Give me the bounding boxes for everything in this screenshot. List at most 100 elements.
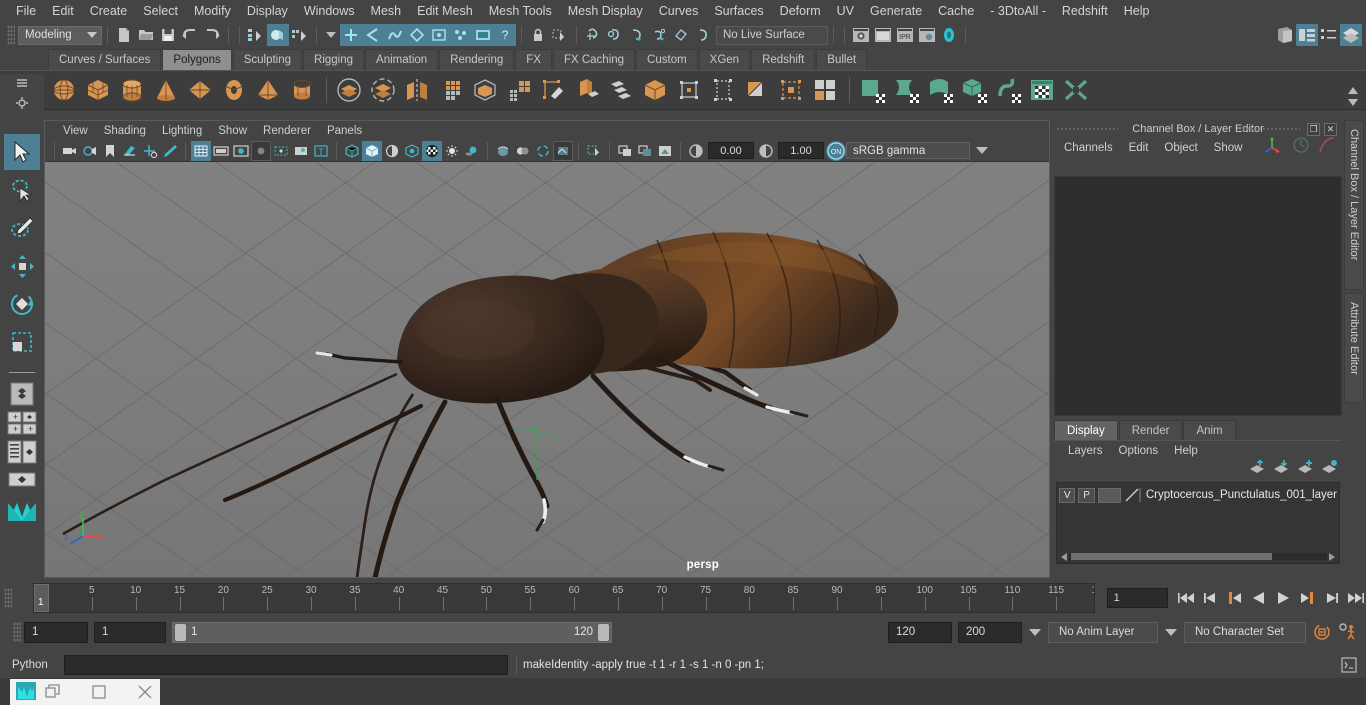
new-scene-icon[interactable] bbox=[113, 24, 135, 46]
shelf-tab-animation[interactable]: Animation bbox=[365, 49, 439, 70]
step-forward-frame-icon[interactable] bbox=[1296, 587, 1318, 609]
shaded-wireframe-icon[interactable] bbox=[382, 141, 402, 161]
menu-display[interactable]: Display bbox=[239, 0, 296, 22]
shelf-tab-redshift[interactable]: Redshift bbox=[751, 49, 816, 70]
poly-torus-icon[interactable] bbox=[218, 74, 250, 106]
connect-icon[interactable] bbox=[741, 74, 773, 106]
viewport-menu-view[interactable]: View bbox=[55, 125, 96, 137]
show-manipulators-icon[interactable] bbox=[1264, 136, 1284, 159]
chevron-down-icon-2[interactable] bbox=[1165, 628, 1177, 636]
viewport-menu-shading[interactable]: Shading bbox=[96, 125, 154, 137]
menu-edit-mesh[interactable]: Edit Mesh bbox=[409, 0, 481, 22]
scroll-down-icon[interactable] bbox=[1348, 98, 1358, 106]
menu-create[interactable]: Create bbox=[82, 0, 136, 22]
shelf-tab-fx[interactable]: FX bbox=[515, 49, 552, 70]
bookmark-icon[interactable] bbox=[100, 141, 120, 161]
channel-box-menu-edit[interactable]: Edit bbox=[1121, 142, 1157, 154]
use-all-lights-icon[interactable] bbox=[442, 141, 462, 161]
move-tool-button[interactable] bbox=[4, 248, 40, 284]
maximize-icon[interactable] bbox=[90, 680, 108, 704]
open-outliner-icon[interactable] bbox=[1274, 24, 1296, 46]
layer-list-horizontal-scrollbar[interactable] bbox=[1061, 552, 1335, 561]
open-attribute-editor-icon[interactable] bbox=[1318, 24, 1340, 46]
new-layer-from-selected-icon[interactable] bbox=[1321, 460, 1338, 479]
multi-cut-icon[interactable] bbox=[639, 74, 671, 106]
uv-spherical-icon[interactable] bbox=[924, 74, 956, 106]
select-tool-button[interactable] bbox=[4, 134, 40, 170]
text-overlay-icon[interactable]: T bbox=[311, 141, 331, 161]
layer-playback-toggle[interactable]: P bbox=[1078, 487, 1095, 503]
bevel-icon[interactable] bbox=[605, 74, 637, 106]
paint-select-tool-button[interactable] bbox=[4, 210, 40, 246]
construction-history-icon[interactable] bbox=[472, 24, 494, 46]
mirror-geometry-icon[interactable] bbox=[401, 74, 433, 106]
menu-select[interactable]: Select bbox=[135, 0, 186, 22]
step-back-key-icon[interactable] bbox=[1200, 587, 1222, 609]
shelf-settings-icon[interactable] bbox=[14, 95, 30, 111]
time-slider-grip[interactable] bbox=[4, 588, 12, 608]
undo-icon[interactable] bbox=[179, 24, 201, 46]
layer-tab-display[interactable]: Display bbox=[1054, 420, 1118, 440]
channel-curve-icon[interactable] bbox=[1318, 136, 1336, 159]
smooth-icon[interactable] bbox=[435, 74, 467, 106]
scroll-thumb[interactable] bbox=[1071, 553, 1273, 560]
animation-end-field[interactable]: 200 bbox=[958, 621, 1022, 643]
channel-box-content[interactable] bbox=[1054, 176, 1342, 416]
current-frame-field[interactable]: 1 bbox=[1106, 588, 1168, 608]
snap-arc-icon[interactable] bbox=[692, 24, 714, 46]
panel-zoom-icon[interactable] bbox=[615, 141, 635, 161]
viewport-3d-canvas[interactable]: persp y x z bbox=[45, 162, 1049, 577]
script-editor-icon[interactable] bbox=[1340, 656, 1358, 674]
animation-start-field[interactable]: 1 bbox=[24, 621, 88, 643]
layer-visibility-toggle[interactable]: V bbox=[1059, 487, 1076, 503]
menu-mesh[interactable]: Mesh bbox=[363, 0, 410, 22]
display-layer-list[interactable]: V P Cryptocercus_Punctulatus_001_layer bbox=[1056, 482, 1340, 564]
uv-cylindrical-icon[interactable] bbox=[890, 74, 922, 106]
xray-icon[interactable] bbox=[553, 140, 573, 161]
menu-uv[interactable]: UV bbox=[829, 0, 862, 22]
boolean-icon[interactable] bbox=[469, 74, 501, 106]
select-camera-icon[interactable] bbox=[60, 141, 80, 161]
scale-tool-button[interactable] bbox=[4, 324, 40, 360]
snap-to-view-plane-icon[interactable] bbox=[428, 24, 450, 46]
animation-preferences-icon[interactable] bbox=[1338, 622, 1358, 642]
menu-set-selector[interactable]: Modeling bbox=[18, 25, 102, 45]
range-bar[interactable]: 1 120 bbox=[172, 621, 612, 643]
menu-deform[interactable]: Deform bbox=[772, 0, 829, 22]
layer-shading-toggle[interactable] bbox=[1097, 487, 1121, 503]
go-to-start-icon[interactable] bbox=[1176, 587, 1198, 609]
image-plane-icon[interactable] bbox=[120, 141, 140, 161]
range-end-handle[interactable] bbox=[598, 623, 609, 641]
viewport-snapshot-icon[interactable] bbox=[655, 141, 675, 161]
menu-modify[interactable]: Modify bbox=[186, 0, 239, 22]
step-forward-key-icon[interactable] bbox=[1320, 587, 1342, 609]
viewport-menu-renderer[interactable]: Renderer bbox=[255, 125, 319, 137]
rotate-tool-button[interactable] bbox=[4, 286, 40, 322]
isolate-select-icon[interactable] bbox=[584, 141, 604, 161]
select-by-object-icon[interactable] bbox=[267, 24, 289, 46]
menu-windows[interactable]: Windows bbox=[296, 0, 363, 22]
snap-curve-magnet-icon[interactable] bbox=[604, 24, 626, 46]
hypershade-icon[interactable] bbox=[938, 24, 960, 46]
use-default-material-icon[interactable] bbox=[402, 141, 422, 161]
current-time-indicator[interactable]: 1 bbox=[34, 584, 49, 612]
uv-cut-sew-icon[interactable] bbox=[1060, 74, 1092, 106]
step-back-frame-icon[interactable] bbox=[1224, 587, 1246, 609]
layer-tab-anim[interactable]: Anim bbox=[1183, 420, 1236, 440]
help-line-icon[interactable]: ? bbox=[494, 24, 516, 46]
separate-icon[interactable] bbox=[367, 74, 399, 106]
panel-grip-left[interactable] bbox=[1056, 127, 1118, 132]
command-language-label[interactable]: Python bbox=[12, 659, 62, 671]
shelf-options-icon[interactable] bbox=[14, 75, 30, 91]
shelf-tab-custom[interactable]: Custom bbox=[636, 49, 698, 70]
snap-to-projected-center-icon[interactable] bbox=[406, 24, 428, 46]
exposure-icon[interactable] bbox=[686, 141, 706, 161]
menu-mesh-display[interactable]: Mesh Display bbox=[560, 0, 651, 22]
shelf-tab-curves-surfaces[interactable]: Curves / Surfaces bbox=[48, 49, 162, 70]
uv-editor-icon[interactable] bbox=[1026, 74, 1058, 106]
snap-grid-magnet-icon[interactable] bbox=[582, 24, 604, 46]
reduce-icon[interactable] bbox=[503, 74, 535, 106]
viewport-menu-show[interactable]: Show bbox=[210, 125, 255, 137]
play-backwards-icon[interactable] bbox=[1248, 587, 1270, 609]
menu-mesh-tools[interactable]: Mesh Tools bbox=[481, 0, 560, 22]
